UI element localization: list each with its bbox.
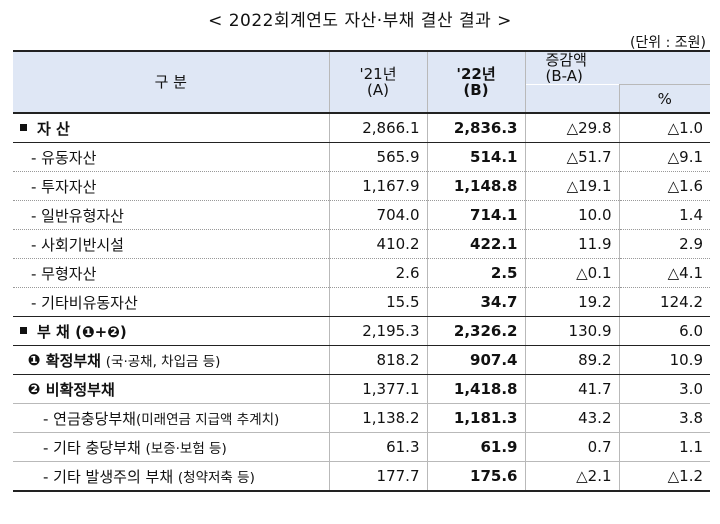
- cell-y22: 1,181.3: [426, 403, 525, 433]
- page: < 2022회계연도 자산·부채 결산 결과 > (단위 : 조원) 구 분 '…: [0, 0, 720, 524]
- table-row: - 사회기반시설 410.2 422.1 11.9 2.9: [13, 229, 710, 259]
- cell-y22: 514.1: [426, 142, 525, 172]
- cell-y21: 15.5: [328, 287, 427, 317]
- table-row: - 기타비유동자산 15.5 34.7 19.2 124.2: [13, 287, 710, 317]
- cell-pct: 124.2: [618, 287, 710, 317]
- row-label: 자 산: [13, 113, 329, 143]
- table-row: - 투자자산 1,167.9 1,148.8 △19.1 △1.6: [13, 171, 710, 201]
- cell-pct: 3.0: [618, 374, 710, 404]
- table-row: - 무형자산 2.6 2.5 △0.1 △4.1: [13, 258, 710, 288]
- row-label: - 연금충당부채(미래연금 지급액 추계치): [13, 403, 329, 433]
- cell-diff: △0.1: [524, 258, 619, 288]
- cell-diff: 43.2: [524, 403, 619, 433]
- cell-pct: 1.1: [618, 432, 710, 462]
- cell-pct: 2.9: [618, 229, 710, 259]
- cell-pct: 1.4: [618, 200, 710, 230]
- cell-y22: 175.6: [426, 461, 525, 492]
- table-row: ❶ 확정부채 (국·공채, 차입금 등) 818.2 907.4 89.2 10…: [13, 345, 710, 375]
- cell-y22: 2,326.2: [426, 316, 525, 346]
- row-label: - 유동자산: [13, 142, 329, 172]
- header-y22: '22년 (B): [426, 50, 525, 114]
- cell-y21: 2,195.3: [328, 316, 427, 346]
- cell-y21: 704.0: [328, 200, 427, 230]
- cell-diff: 0.7: [524, 432, 619, 462]
- header-row-1: 구 분 '21년 (A) '22년 (B) 증감액 (B-A): [13, 50, 710, 114]
- cell-diff: 41.7: [524, 374, 619, 404]
- table-row: - 유동자산 565.9 514.1 △51.7 △9.1: [13, 142, 710, 172]
- row-label: - 일반유형자산: [13, 200, 329, 230]
- cell-y22: 1,418.8: [426, 374, 525, 404]
- cell-pct: △1.2: [618, 461, 710, 492]
- cell-y21: 177.7: [328, 461, 427, 492]
- cell-diff: 130.9: [524, 316, 619, 346]
- cell-y22: 61.9: [426, 432, 525, 462]
- cell-pct: △1.6: [618, 171, 710, 201]
- cell-pct: 10.9: [618, 345, 710, 375]
- cell-pct: △9.1: [618, 142, 710, 172]
- table-row: - 연금충당부채(미래연금 지급액 추계치) 1,138.2 1,181.3 4…: [13, 403, 710, 433]
- cell-diff: △19.1: [524, 171, 619, 201]
- cell-y22: 34.7: [426, 287, 525, 317]
- cell-y21: 818.2: [328, 345, 427, 375]
- cell-diff: △29.8: [524, 113, 619, 143]
- row-label: - 투자자산: [13, 171, 329, 201]
- cell-diff: △51.7: [524, 142, 619, 172]
- cell-y21: 410.2: [328, 229, 427, 259]
- row-label: ❶ 확정부채 (국·공채, 차입금 등): [13, 345, 329, 375]
- header-category: 구 분: [13, 50, 329, 114]
- cell-y21: 1,138.2: [328, 403, 427, 433]
- cell-pct: △4.1: [618, 258, 710, 288]
- cell-pct: 6.0: [618, 316, 710, 346]
- table-row: ❷ 비확정부채 1,377.1 1,418.8 41.7 3.0: [13, 374, 710, 404]
- cell-y21: 1,377.1: [328, 374, 427, 404]
- cell-diff: 10.0: [524, 200, 619, 230]
- unit-note: (단위 : 조원): [629, 35, 706, 51]
- cell-y21: 1,167.9: [328, 171, 427, 201]
- row-label: - 기타 충당부채 (보증·보험 등): [13, 432, 329, 462]
- row-label: 부 채 (❶+❷): [13, 316, 329, 346]
- header-pct: %: [618, 84, 710, 114]
- circled-two-icon: ❷: [27, 380, 41, 398]
- cell-pct: △1.0: [618, 113, 710, 143]
- header-y21: '21년 (A): [328, 50, 427, 114]
- row-label: - 기타비유동자산: [13, 287, 329, 317]
- balance-table: 구 분 '21년 (A) '22년 (B) 증감액 (B-A) % 자 산 2,866…: [13, 50, 710, 492]
- row-label: ❷ 비확정부채: [13, 374, 329, 404]
- row-label: - 무형자산: [13, 258, 329, 288]
- cell-y22: 2,836.3: [426, 113, 525, 143]
- cell-y21: 61.3: [328, 432, 427, 462]
- cell-y22: 422.1: [426, 229, 525, 259]
- square-bullet-icon: [20, 123, 27, 131]
- table-title: < 2022회계연도 자산·부채 결산 결과 >: [208, 11, 512, 31]
- row-label: - 기타 발생주의 부채 (청약저축 등): [13, 461, 329, 492]
- cell-y21: 565.9: [328, 142, 427, 172]
- row-label: - 사회기반시설: [13, 229, 329, 259]
- cell-y22: 907.4: [426, 345, 525, 375]
- cell-y22: 1,148.8: [426, 171, 525, 201]
- cell-diff: 11.9: [524, 229, 619, 259]
- table-row: - 일반유형자산 704.0 714.1 10.0 1.4: [13, 200, 710, 230]
- header-diff: 증감액 (B-A): [524, 50, 710, 85]
- cell-y21: 2,866.1: [328, 113, 427, 143]
- table-row: - 기타 충당부채 (보증·보험 등) 61.3 61.9 0.7 1.1: [13, 432, 710, 462]
- cell-y21: 2.6: [328, 258, 427, 288]
- cell-diff: △2.1: [524, 461, 619, 492]
- table-row: - 기타 발생주의 부채 (청약저축 등) 177.7 175.6 △2.1 △…: [13, 461, 710, 492]
- table-row: 부 채 (❶+❷) 2,195.3 2,326.2 130.9 6.0: [13, 316, 710, 346]
- cell-diff: 89.2: [524, 345, 619, 375]
- cell-diff: 19.2: [524, 287, 619, 317]
- cell-y22: 2.5: [426, 258, 525, 288]
- cell-pct: 3.8: [618, 403, 710, 433]
- cell-y22: 714.1: [426, 200, 525, 230]
- table-row: 자 산 2,866.1 2,836.3 △29.8 △1.0: [13, 113, 710, 143]
- header-diff-blank: [524, 84, 619, 114]
- circled-one-icon: ❶: [27, 351, 41, 369]
- square-bullet-icon: [20, 326, 27, 334]
